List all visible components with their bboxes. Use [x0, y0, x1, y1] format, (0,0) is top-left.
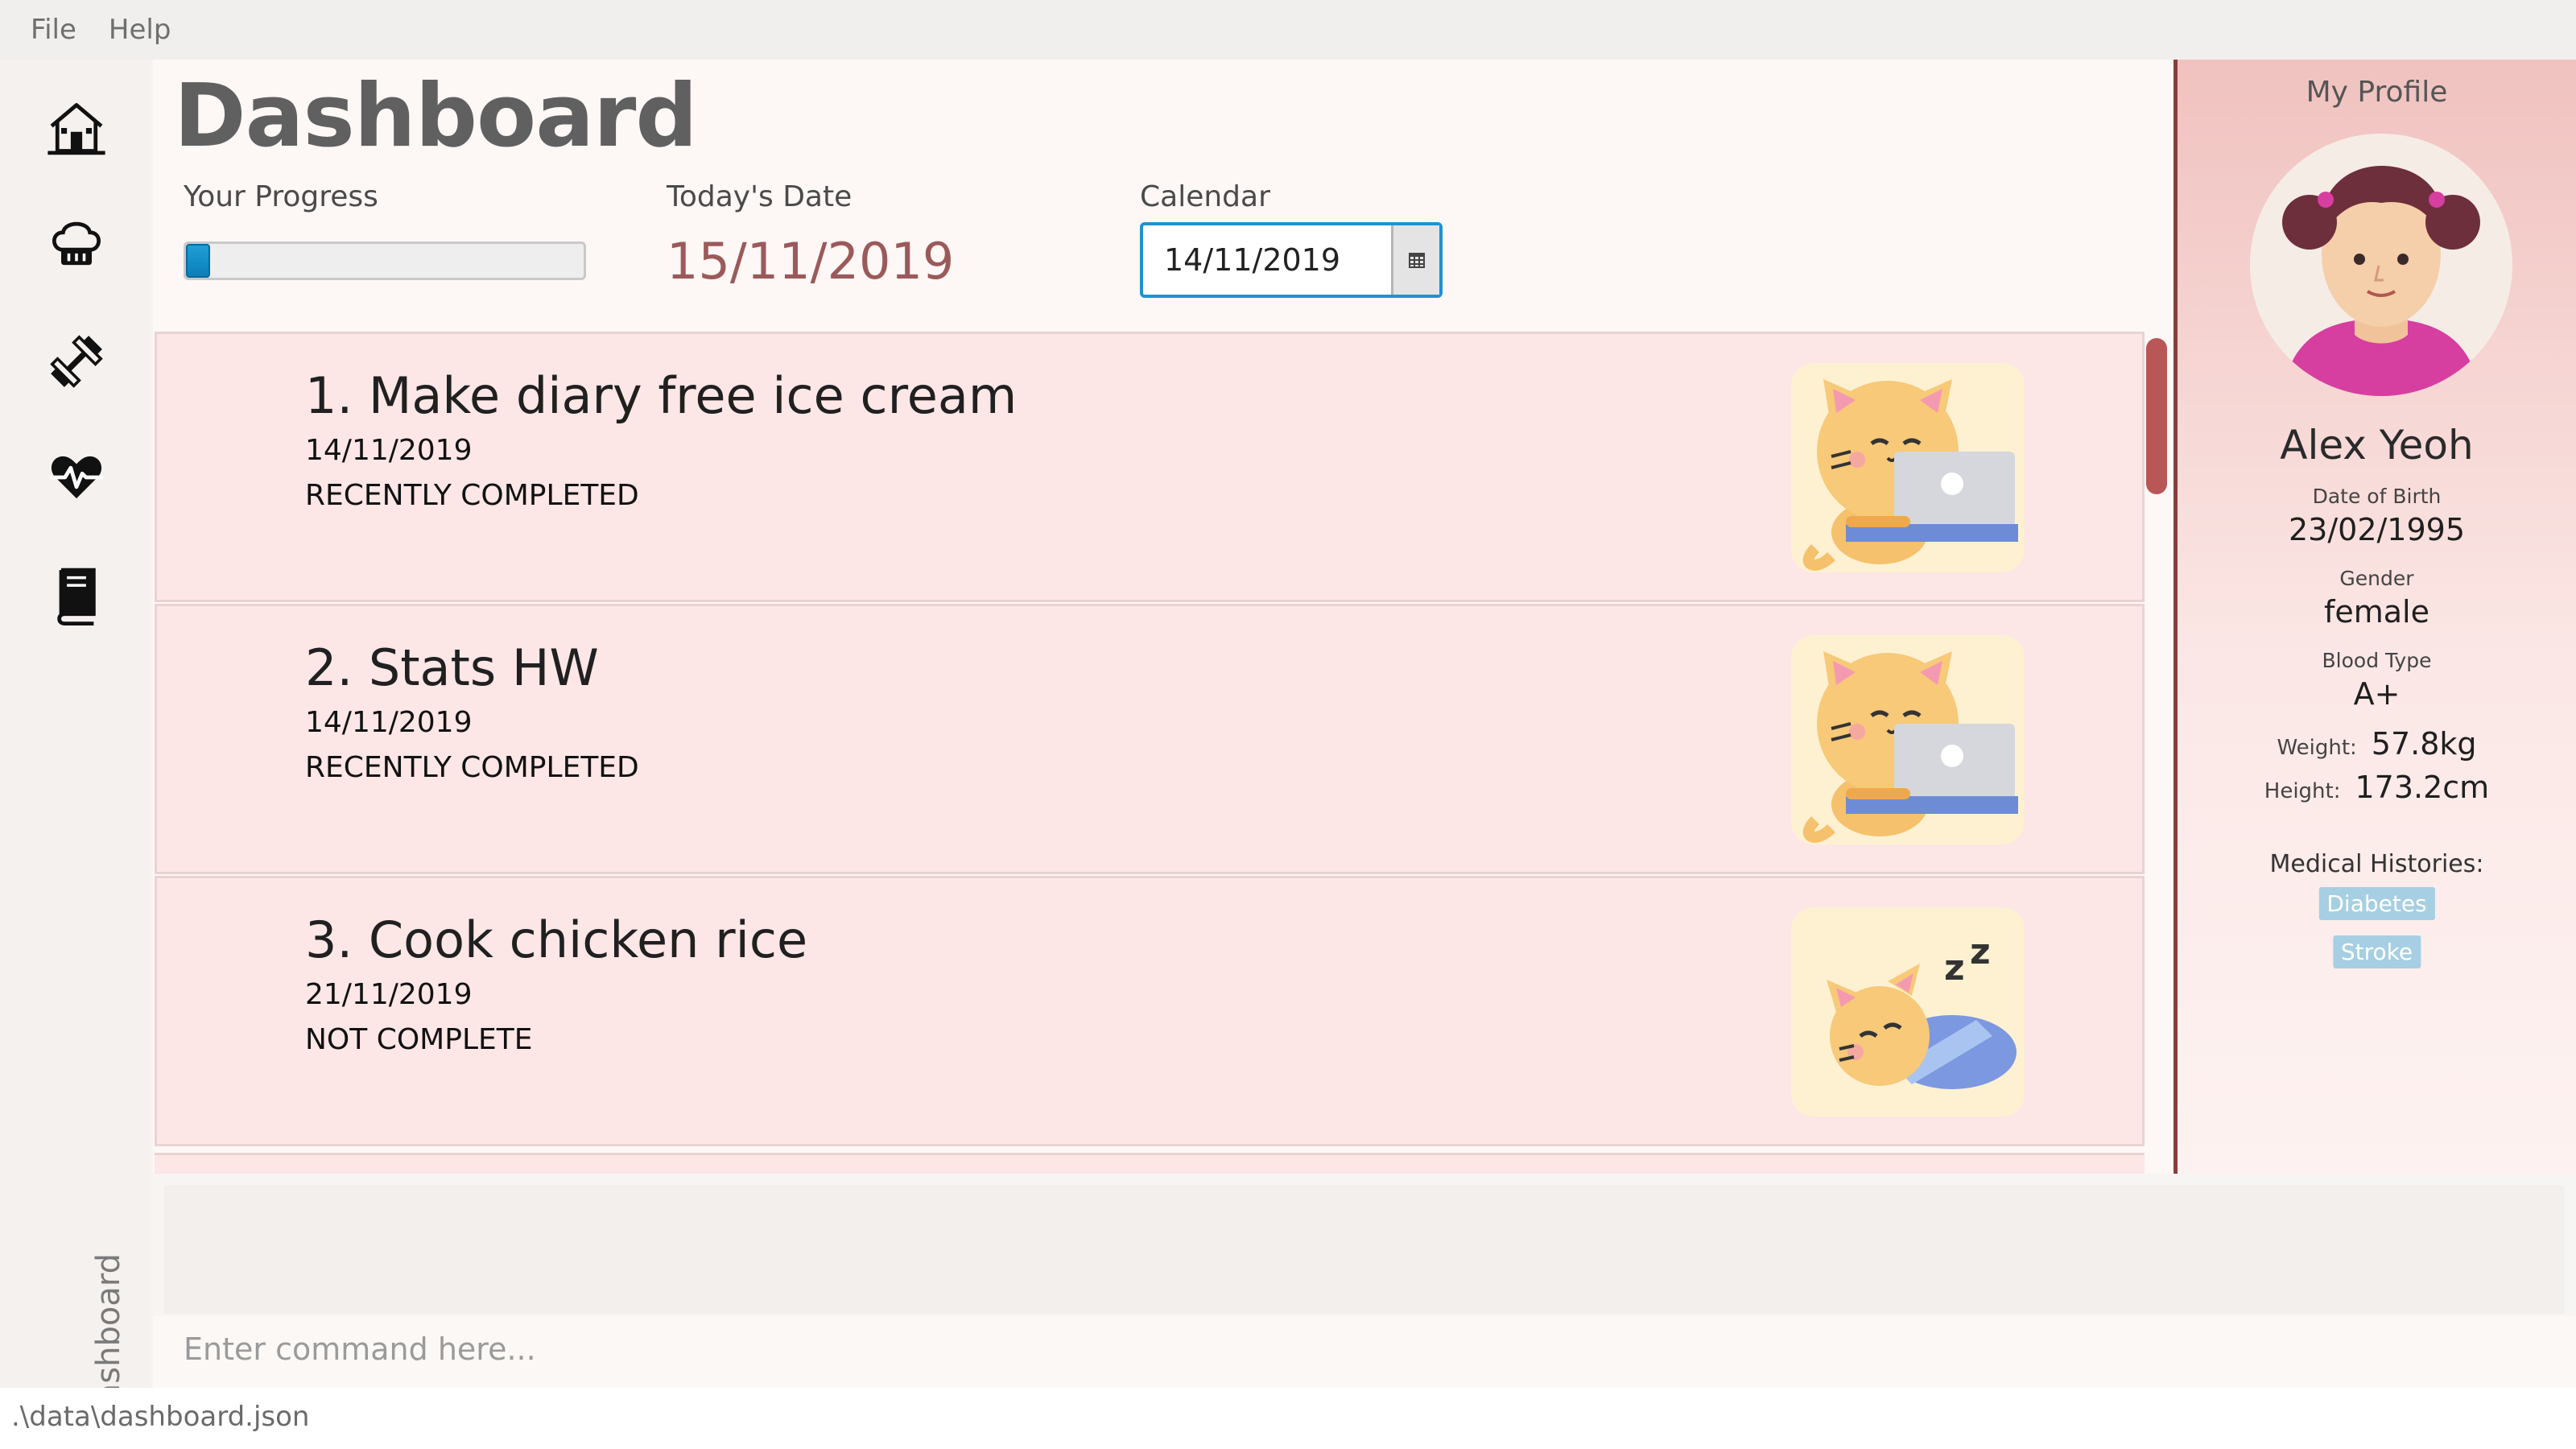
task-date: 14/11/2019 — [305, 434, 473, 467]
progress-label: Your Progress — [184, 180, 378, 213]
weight-value: 57.8kg — [2371, 726, 2477, 762]
menu-bar: File Help — [0, 0, 2576, 60]
nav-diary-button[interactable] — [40, 559, 113, 631]
profile-heading: My Profile — [2306, 76, 2448, 109]
cat-laptop-icon — [1791, 635, 2025, 844]
medical-histories-label: Medical Histories: — [2269, 850, 2484, 878]
task-status: RECENTLY COMPLETED — [305, 751, 639, 784]
height-value: 173.2cm — [2355, 770, 2490, 805]
avatar-girl-icon — [2250, 134, 2512, 396]
dumbbell-icon — [50, 335, 103, 388]
cat-sleeping-icon: z z — [1791, 907, 2025, 1117]
today-date-label: Today's Date — [667, 180, 852, 213]
dashboard-panel: Dashboard Your Progress Today's Date 15/… — [153, 60, 2174, 1174]
chef-hat-icon — [52, 221, 101, 266]
blood-type-value: A+ — [2353, 676, 2401, 712]
progress-bar — [184, 242, 586, 280]
task-card-partial — [155, 1153, 2145, 1174]
nav-recipe-button[interactable] — [40, 208, 113, 280]
blood-type-label: Blood Type — [2322, 649, 2432, 672]
calendar-date-input[interactable]: 14/11/2019 — [1143, 225, 1391, 295]
calendar-date-picker[interactable]: 14/11/2019 — [1140, 222, 1443, 298]
dob-value: 23/02/1995 — [2288, 512, 2466, 547]
today-date-value: 15/11/2019 — [667, 232, 955, 291]
task-list[interactable]: 1. Make diary free ice cream 14/11/2019 … — [155, 332, 2145, 1174]
task-title: 3. Cook chicken rice — [305, 910, 808, 969]
nav-exercise-button[interactable] — [40, 325, 113, 398]
profile-name: Alex Yeoh — [2280, 422, 2474, 469]
calendar-button[interactable] — [1391, 225, 1439, 295]
svg-text:z: z — [1944, 947, 1965, 989]
home-icon — [47, 103, 105, 155]
status-bar: .\data\dashboard.json — [0, 1388, 2576, 1449]
nav-health-button[interactable] — [40, 441, 113, 514]
task-list-scrollbar[interactable] — [2146, 338, 2167, 494]
heartbeat-icon — [49, 456, 104, 499]
task-card[interactable]: 2. Stats HW 14/11/2019 RECENTLY COMPLETE… — [155, 604, 2145, 874]
save-file-path: .\data\dashboard.json — [11, 1401, 310, 1433]
task-status: RECENTLY COMPLETED — [305, 479, 639, 512]
height-row: Height: 173.2cm — [2178, 770, 2576, 805]
sidebar: Dashboard — [0, 60, 151, 1428]
command-box[interactable]: Enter command here... — [153, 1315, 2576, 1388]
task-title: 2. Stats HW — [305, 638, 599, 697]
medical-tag: Stroke — [2332, 935, 2421, 968]
page-title: Dashboard — [174, 66, 698, 167]
gender-value: female — [2324, 594, 2429, 630]
task-card[interactable]: 3. Cook chicken rice 21/11/2019 NOT COMP… — [155, 876, 2145, 1146]
menu-help[interactable]: Help — [109, 14, 171, 46]
calendar-icon — [1408, 253, 1425, 268]
weight-row: Weight: 57.8kg — [2178, 726, 2576, 762]
height-label: Height: — [2264, 779, 2341, 803]
task-date: 14/11/2019 — [305, 706, 473, 739]
book-icon — [57, 568, 96, 625]
avatar — [2250, 134, 2512, 396]
task-date: 21/11/2019 — [305, 978, 473, 1011]
task-status: NOT COMPLETE — [305, 1023, 533, 1056]
dob-label: Date of Birth — [2312, 485, 2442, 508]
gender-label: Gender — [2339, 567, 2414, 590]
profile-panel: My Profile Alex Yeoh Date of Birth 23/02… — [2174, 60, 2576, 1174]
result-display — [164, 1185, 2565, 1314]
weight-label: Weight: — [2277, 736, 2357, 760]
command-input[interactable]: Enter command here... — [184, 1331, 536, 1367]
calendar-label: Calendar — [1140, 180, 1270, 213]
task-card[interactable]: 1. Make diary free ice cream 14/11/2019 … — [155, 332, 2145, 602]
medical-tag: Diabetes — [2318, 887, 2435, 920]
task-title: 1. Make diary free ice cream — [305, 366, 1018, 425]
cat-laptop-icon — [1791, 363, 2025, 572]
svg-text:z: z — [1970, 931, 1991, 972]
nav-home-button[interactable] — [40, 92, 113, 164]
menu-file[interactable]: File — [31, 14, 76, 46]
progress-bar-fill — [186, 244, 210, 278]
